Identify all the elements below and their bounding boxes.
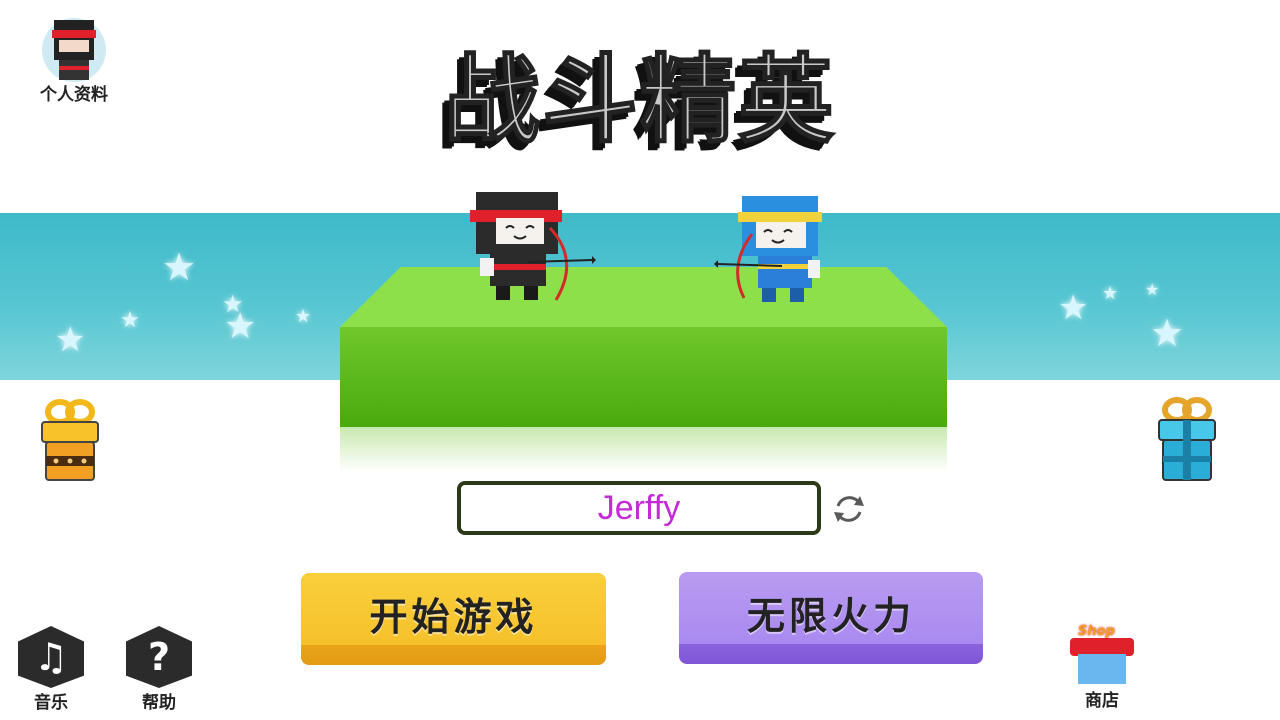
ninja-avatar-icon [42,18,106,82]
help-label: 帮助 [142,693,176,713]
music-note-icon: ♫ [18,626,84,688]
gift-box-blue-icon[interactable] [1155,396,1219,482]
arena-platform-top [340,267,947,327]
unlimited-firepower-label: 无限火力 [746,593,915,638]
star-decoration: ★ [1058,288,1089,328]
shop-button[interactable]: Shop 商店 [1062,624,1142,711]
star-decoration: ★ [120,308,140,333]
star-decoration: ★ [1102,283,1119,304]
star-decoration: ★ [162,245,197,289]
profile-label: 个人资料 [40,85,108,105]
shop-face [1078,654,1126,684]
shop-icon: Shop [1064,624,1140,686]
start-game-button[interactable]: 开始游戏 [301,573,606,665]
start-game-label: 开始游戏 [369,594,538,639]
star-decoration: ★ [224,306,257,347]
shop-label: 商店 [1085,691,1119,711]
unlimited-firepower-button[interactable]: 无限火力 [679,572,983,664]
player-name-field[interactable]: Jerffy [457,481,821,535]
star-decoration: ★ [1150,311,1185,355]
blue-ninja-archer [714,196,822,302]
gift-box-gold-icon[interactable] [38,398,102,484]
question-mark-icon: ? [126,626,192,688]
game-title: 战斗精英 [443,43,836,157]
star-decoration: ★ [55,320,86,360]
red-ninja-archer [470,192,596,301]
profile-button[interactable]: 个人资料 [26,14,122,105]
music-label: 音乐 [34,693,68,713]
arena-platform-reflection [340,427,947,472]
star-decoration: ★ [1145,280,1160,299]
help-button[interactable]: ? 帮助 [124,626,194,713]
arena-platform-front [340,327,947,427]
star-decoration: ★ [295,306,312,327]
refresh-name-icon[interactable] [830,490,868,528]
music-button[interactable]: ♫ 音乐 [16,626,86,713]
shop-badge: Shop [1078,624,1115,639]
